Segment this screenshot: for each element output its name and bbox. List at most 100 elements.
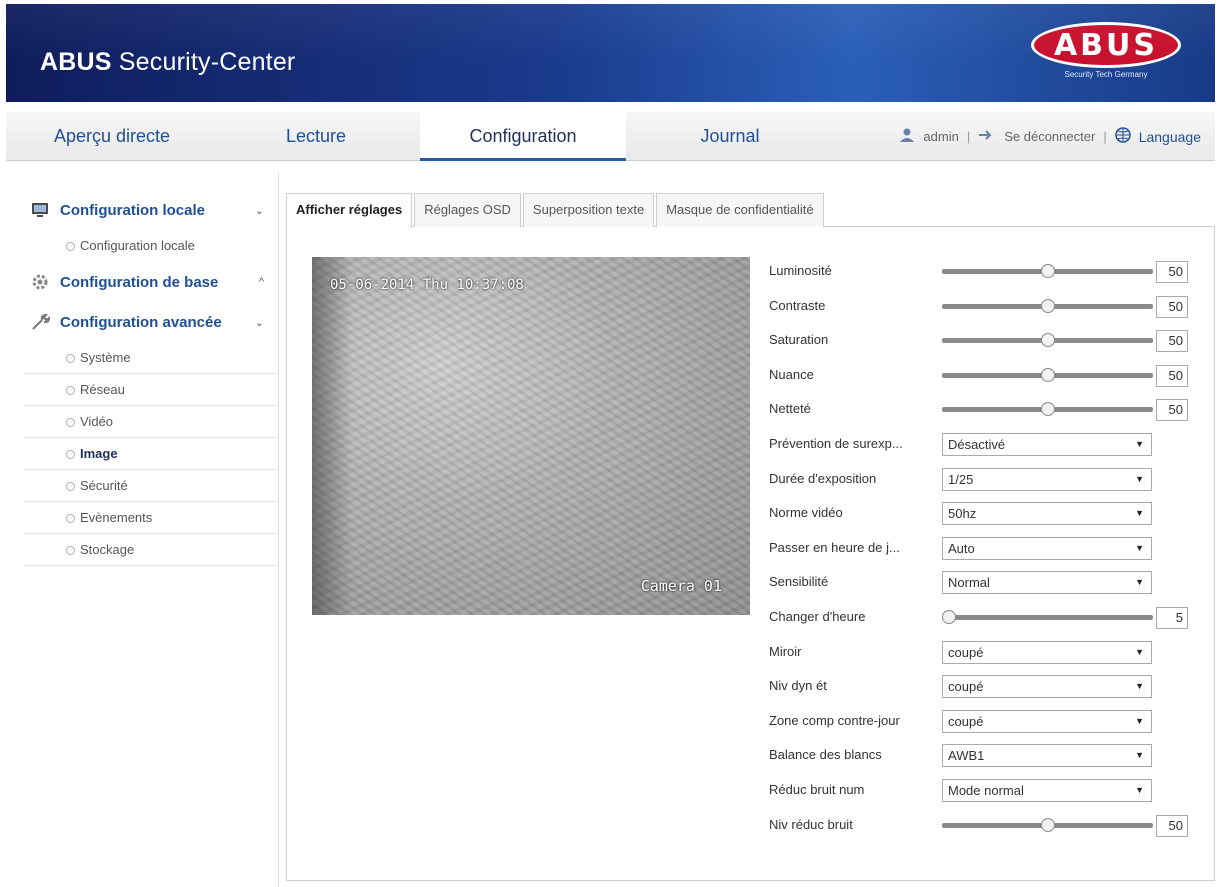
overexposure-select[interactable]: Désactivé ▼	[942, 432, 1152, 456]
osd-camera-name: Camera 01	[640, 577, 722, 595]
dropdown-arrow-icon: ▼	[1135, 438, 1144, 449]
saturation-slider[interactable]	[942, 333, 1153, 348]
hue-slider[interactable]	[942, 367, 1153, 382]
saturation-value-input[interactable]: 50	[1156, 330, 1188, 353]
setting-white-balance: Balance des blancs AWB1 ▼	[769, 738, 1194, 773]
dropdown-arrow-icon: ▼	[1135, 473, 1144, 484]
dropdown-arrow-icon: ▼	[1135, 577, 1144, 588]
logout-link[interactable]: Se déconnecter	[1004, 129, 1095, 144]
settings-tabs: Afficher réglages Réglages OSD Superposi…	[286, 193, 826, 228]
abus-logo: ABUS Security Tech Germany	[1025, 22, 1187, 86]
sharpness-value-input[interactable]: 50	[1156, 399, 1188, 422]
switch-time-value-input[interactable]: 5	[1156, 606, 1188, 629]
dropdown-arrow-icon: ▼	[1135, 542, 1144, 553]
slider-thumb[interactable]	[1040, 333, 1055, 348]
sharpness-slider[interactable]	[942, 402, 1153, 417]
username: admin	[923, 129, 959, 144]
switch-time-slider[interactable]	[942, 609, 1153, 624]
setting-day-night: Passer en heure de j... Auto ▼	[769, 531, 1194, 566]
setting-saturation: Saturation 50	[769, 323, 1194, 358]
hue-value-input[interactable]: 50	[1156, 364, 1188, 387]
sidebar-item-system[interactable]: Système	[24, 342, 278, 374]
brightness-value-input[interactable]: 50	[1156, 261, 1188, 283]
contrast-value-input[interactable]: 50	[1156, 295, 1188, 318]
slider-thumb[interactable]	[1040, 264, 1055, 278]
setting-brightness: Luminosité 50	[769, 254, 1194, 289]
slider-thumb[interactable]	[1040, 367, 1055, 382]
day-night-select[interactable]: Auto ▼	[942, 536, 1152, 560]
sidebar-item-events[interactable]: Evènements	[24, 502, 278, 534]
dnr-level-slider[interactable]	[942, 817, 1153, 832]
image-settings-form: Luminosité 50 Contraste 50 Saturation 50…	[769, 254, 1194, 842]
dnr-select[interactable]: Mode normal ▼	[942, 778, 1152, 802]
header-banner: ABUS Security-Center ABUS Security Tech …	[6, 4, 1215, 102]
dnr-level-value-input[interactable]: 50	[1156, 814, 1188, 837]
setting-video-standard: Norme vidéo 50hz ▼	[769, 496, 1194, 531]
wrench-icon	[30, 313, 52, 331]
video-standard-select[interactable]: 50hz ▼	[942, 502, 1152, 526]
tab-text-overlay[interactable]: Superposition texte	[522, 193, 655, 227]
sidebar-item-security[interactable]: Sécurité	[24, 470, 278, 502]
setting-contrast: Contraste 50	[769, 289, 1194, 324]
slider-thumb[interactable]	[1040, 402, 1055, 417]
setting-hue: Nuance 50	[769, 358, 1194, 393]
tab-configuration[interactable]: Configuration	[420, 112, 626, 161]
sidebar-item-network[interactable]: Réseau	[24, 374, 278, 406]
sidebar: Configuration locale ⌄ Configuration loc…	[24, 190, 278, 566]
setting-dnr-level: Niv réduc bruit 50	[769, 808, 1194, 843]
tab-playback[interactable]: Lecture	[232, 112, 400, 161]
slider-thumb[interactable]	[1040, 817, 1055, 832]
chevron-down-icon: ⌄	[254, 316, 264, 329]
setting-exposure-time: Durée d'exposition 1/25 ▼	[769, 462, 1194, 497]
chevron-up-icon: ^	[258, 276, 264, 288]
sidebar-item-video[interactable]: Vidéo	[24, 406, 278, 438]
exposure-time-select[interactable]: 1/25 ▼	[942, 467, 1152, 491]
sidebar-divider	[278, 172, 279, 887]
app-title: ABUS Security-Center	[40, 48, 296, 76]
sidebar-item-image[interactable]: Image	[24, 438, 278, 470]
setting-sensitivity: Sensibilité Normal ▼	[769, 565, 1194, 600]
dropdown-arrow-icon: ▼	[1135, 508, 1144, 519]
sidebar-item-local-config[interactable]: Configuration locale	[24, 230, 278, 262]
chevron-down-icon: ⌄	[254, 204, 264, 217]
dropdown-arrow-icon: ▼	[1135, 681, 1144, 692]
setting-sharpness: Netteté 50	[769, 392, 1194, 427]
blc-select[interactable]: coupé ▼	[942, 709, 1152, 733]
tab-privacy-mask[interactable]: Masque de confidentialité	[656, 193, 824, 227]
osd-date-time: 05-06-2014 Thu 10:37:08	[330, 277, 524, 293]
tab-osd-settings[interactable]: Réglages OSD	[414, 193, 521, 227]
monitor-icon	[30, 201, 52, 219]
dropdown-arrow-icon: ▼	[1135, 750, 1144, 761]
camera-preview: 05-06-2014 Thu 10:37:08 Camera 01	[312, 257, 750, 615]
setting-mirror: Miroir coupé ▼	[769, 635, 1194, 670]
language-link[interactable]: Language	[1139, 129, 1201, 145]
globe-icon	[1114, 127, 1131, 146]
dropdown-arrow-icon: ▼	[1135, 715, 1144, 726]
setting-dnr: Réduc bruit num Mode normal ▼	[769, 773, 1194, 808]
sidebar-item-storage[interactable]: Stockage	[24, 534, 278, 566]
main-nav: Aperçu directe Lecture Configuration Jou…	[6, 112, 1215, 161]
brightness-slider[interactable]	[942, 264, 1153, 278]
sidebar-group-base[interactable]: Configuration de base ^	[24, 262, 278, 302]
setting-overexposure: Prévention de surexp... Désactivé ▼	[769, 427, 1194, 462]
mirror-select[interactable]: coupé ▼	[942, 640, 1152, 664]
sidebar-group-local[interactable]: Configuration locale ⌄	[24, 190, 278, 230]
sensitivity-select[interactable]: Normal ▼	[942, 571, 1152, 595]
setting-switch-time: Changer d'heure 5	[769, 600, 1194, 635]
tab-display-settings[interactable]: Afficher réglages	[286, 193, 413, 228]
slider-thumb[interactable]	[1040, 298, 1055, 313]
tab-log[interactable]: Journal	[646, 112, 814, 161]
dropdown-arrow-icon: ▼	[1135, 646, 1144, 657]
sidebar-group-advanced[interactable]: Configuration avancée ⌄	[24, 302, 278, 342]
user-bar: admin | Se déconnecter | Language	[899, 112, 1201, 161]
dropdown-arrow-icon: ▼	[1135, 784, 1144, 795]
tab-live-view[interactable]: Aperçu directe	[12, 112, 212, 161]
slider-thumb[interactable]	[942, 609, 956, 624]
white-balance-select[interactable]: AWB1 ▼	[942, 744, 1152, 768]
logout-icon	[978, 129, 996, 144]
user-icon	[899, 127, 915, 146]
contrast-slider[interactable]	[942, 298, 1153, 313]
gear-icon	[30, 273, 52, 291]
wdr-select[interactable]: coupé ▼	[942, 675, 1152, 699]
setting-wdr: Niv dyn ét coupé ▼	[769, 669, 1194, 704]
